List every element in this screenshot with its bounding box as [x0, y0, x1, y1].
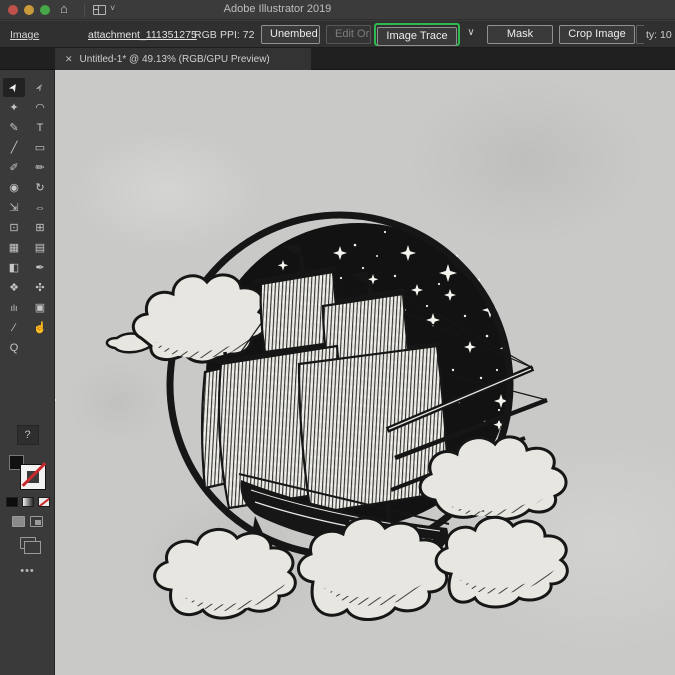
tool-width[interactable]: ⇔ [29, 198, 51, 217]
tool-pen[interactable]: ✎ [3, 118, 25, 137]
document-tab[interactable]: ✕ Untitled-1* @ 49.13% (RGB/GPU Preview) [55, 48, 311, 70]
context-label: Image [10, 29, 39, 41]
linked-file-name[interactable]: attachment_111351275 [88, 29, 197, 41]
tool-type[interactable]: T [29, 118, 51, 137]
document-tab-title: Untitled-1* @ 49.13% (RGB/GPU Preview) [80, 54, 270, 65]
illustrator-window: ⌂ ˅ Adobe Illustrator 2019 Image attachm… [0, 0, 675, 675]
tool-line-segment[interactable]: ╱ [3, 138, 25, 157]
color-button[interactable] [6, 497, 18, 507]
opacity-label-truncated: ty: 10 [646, 29, 672, 41]
tool-slice[interactable]: ∕ [3, 318, 25, 337]
image-trace-highlight-box: Image Trace [374, 23, 460, 46]
edit-original-button[interactable]: Edit Orig [326, 25, 371, 44]
canvas-viewport[interactable] [55, 70, 675, 675]
tool-hand[interactable]: ☝ [29, 318, 51, 337]
tool-zoom[interactable]: Q [3, 338, 25, 357]
tool-column-graph[interactable]: ılı [3, 298, 25, 317]
ppi-label: PPI: 72 [220, 29, 254, 41]
tool-artboard[interactable]: ▣ [29, 298, 51, 317]
draw-behind-button[interactable] [30, 516, 43, 527]
image-trace-button[interactable]: Image Trace [377, 27, 457, 46]
tool-paintbrush[interactable]: ✐ [3, 158, 25, 177]
tool-rotate[interactable]: ↻ [29, 178, 51, 197]
tool-scale[interactable]: ⇲ [3, 198, 25, 217]
tool-free-transform[interactable]: ⊡ [3, 218, 25, 237]
tool-rectangle[interactable]: ▭ [29, 138, 51, 157]
color-mode-label: RGB [194, 29, 217, 41]
stroke-swatch-none[interactable] [21, 465, 45, 489]
tool-selection[interactable]: ➤ [3, 78, 25, 97]
artwork-ship-emblem [55, 70, 675, 675]
tool-magic-wand[interactable]: ✦ [3, 98, 25, 117]
tool-gradient[interactable]: ◧ [3, 258, 25, 277]
tool-direct-selection[interactable]: ➣ [29, 78, 51, 97]
unembed-button[interactable]: Unembed [261, 25, 320, 44]
tool-blob-brush[interactable]: ◉ [3, 178, 25, 197]
fill-stroke-widget [9, 451, 47, 489]
crop-image-button[interactable]: Crop Image [559, 25, 635, 44]
tool-grid: ➤➣✦◠✎T╱▭✐✏◉↻⇲⇔⊡⊞▦▤◧✒❖✣ılı▣∕☝Q [0, 70, 54, 357]
gradient-button[interactable] [22, 497, 34, 507]
tool-lasso[interactable]: ◠ [29, 98, 51, 117]
tool-perspective-grid[interactable]: ▦ [3, 238, 25, 257]
tool-pencil[interactable]: ✏ [29, 158, 51, 177]
tool-shape-builder[interactable]: ⊞ [29, 218, 51, 237]
clipped-button-fragment [636, 25, 644, 44]
tool-blend[interactable]: ❖ [3, 278, 25, 297]
mask-button[interactable]: Mask [487, 25, 553, 44]
none-button[interactable] [38, 497, 50, 507]
titlebar: ⌂ ˅ Adobe Illustrator 2019 [0, 0, 675, 20]
trace-presets-chevron-icon[interactable]: ∨ [463, 27, 479, 43]
document-tab-bar: ✕ Untitled-1* @ 49.13% (RGB/GPU Preview) [0, 48, 675, 70]
toolbar-overflow-button[interactable]: ••• [0, 565, 55, 577]
draw-normal-button[interactable] [12, 516, 25, 527]
control-bar: Image attachment_111351275 RGB PPI: 72 U… [0, 21, 675, 48]
help-button[interactable]: ? [17, 425, 39, 445]
tool-symbol-sprayer[interactable]: ✣ [29, 278, 51, 297]
app-title: Adobe Illustrator 2019 [0, 3, 555, 15]
tools-panel: ➤➣✦◠✎T╱▭✐✏◉↻⇲⇔⊡⊞▦▤◧✒❖✣ılı▣∕☝Q ? ••• [0, 70, 55, 675]
tool-eyedropper[interactable]: ✒ [29, 258, 51, 277]
tool-mesh[interactable]: ▤ [29, 238, 51, 257]
close-tab-icon[interactable]: ✕ [65, 54, 73, 65]
screen-mode-button[interactable] [20, 537, 36, 549]
